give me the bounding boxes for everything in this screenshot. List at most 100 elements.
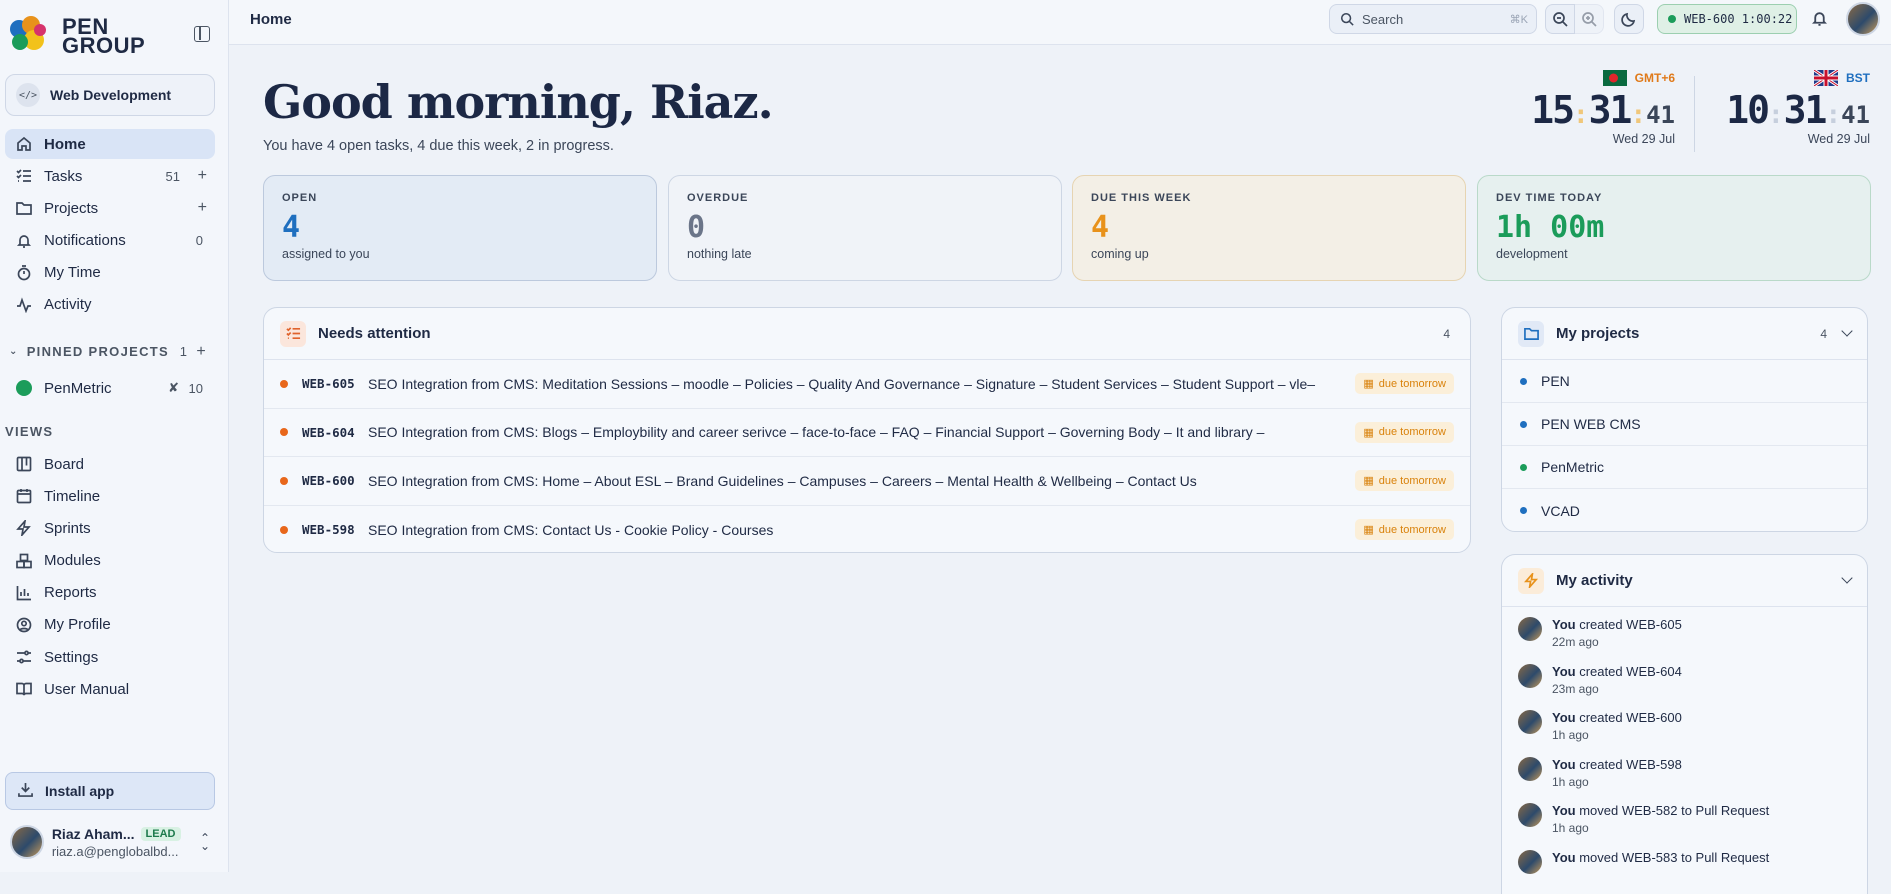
- nav-projects[interactable]: Projects +: [5, 193, 215, 223]
- nav-reports-label: Reports: [44, 584, 97, 602]
- add-pinned-icon[interactable]: +: [196, 343, 207, 361]
- due-label: due tomorrow: [1378, 377, 1446, 390]
- attention-row[interactable]: WEB-598 SEO Integration from CMS: Contac…: [264, 506, 1470, 553]
- nav-user-manual[interactable]: User Manual: [5, 674, 215, 704]
- activity-time: 1h ago: [1552, 774, 1589, 789]
- header-avatar[interactable]: [1846, 2, 1880, 36]
- activity-text: created WEB-600: [1575, 710, 1682, 725]
- project-color-dot: [16, 380, 32, 396]
- install-app-button[interactable]: Install app: [5, 772, 215, 810]
- project-item[interactable]: PEN WEB CMS: [1502, 403, 1867, 446]
- nav-reports[interactable]: Reports: [5, 578, 215, 608]
- user-menu[interactable]: Riaz Aham... LEAD riaz.a@penglobalbd... …: [10, 822, 210, 862]
- stat-dev-time[interactable]: DEV TIME TODAY 1h 00m development: [1477, 175, 1871, 281]
- lightning-icon: [1518, 567, 1544, 594]
- activity-icon: [16, 297, 32, 313]
- activity-item[interactable]: You created WEB-605 22m ago: [1502, 607, 1867, 654]
- search-placeholder: Search: [1362, 11, 1404, 27]
- nav-sprints[interactable]: Sprints: [5, 513, 215, 543]
- activity-item[interactable]: You created WEB-604 23m ago: [1502, 654, 1867, 701]
- download-icon: [18, 782, 33, 800]
- project-item[interactable]: PenMetric: [1502, 446, 1867, 489]
- add-project-icon[interactable]: +: [198, 199, 207, 217]
- sidebar-collapse-icon[interactable]: [194, 26, 210, 42]
- activity-item[interactable]: You created WEB-598 1h ago: [1502, 747, 1867, 794]
- priority-dot: [280, 379, 288, 388]
- stat-note: coming up: [1091, 247, 1149, 261]
- clock-bst: BST 10:31:41 Wed 29 Jul: [1710, 70, 1870, 146]
- nav-user-manual-label: User Manual: [44, 680, 130, 698]
- activity-avatar: [1518, 803, 1542, 827]
- code-icon: </>: [16, 83, 40, 107]
- chevron-down-icon[interactable]: [1841, 572, 1853, 584]
- my-projects-header[interactable]: My projects 4: [1502, 308, 1867, 360]
- activity-item[interactable]: You moved WEB-582 to Pull Request 1h ago: [1502, 793, 1867, 840]
- task-title: SEO Integration from CMS: Meditation Ses…: [368, 375, 1316, 392]
- due-label: due tomorrow: [1378, 523, 1446, 536]
- stat-due-this-week[interactable]: DUE THIS WEEK 4 coming up: [1072, 175, 1466, 281]
- pen-group-logo[interactable]: PEN GROUP: [8, 14, 188, 57]
- clock-tz-label: GMT+6: [1634, 71, 1675, 85]
- activity-text: moved WEB-583 to Pull Request: [1575, 849, 1770, 865]
- active-timer-button[interactable]: WEB-600 1:00:22: [1657, 4, 1797, 34]
- nav-settings[interactable]: Settings: [5, 642, 215, 672]
- task-title: SEO Integration from CMS: Blogs – Employ…: [368, 424, 1265, 441]
- zoom-in-button[interactable]: [1574, 4, 1604, 34]
- nav-projects-label: Projects: [44, 199, 99, 217]
- chevron-down-icon[interactable]: [1841, 325, 1853, 337]
- activity-time: 22m ago: [1552, 635, 1599, 649]
- due-label: due tomorrow: [1378, 474, 1446, 487]
- attention-row[interactable]: WEB-605 SEO Integration from CMS: Medita…: [264, 360, 1470, 409]
- pinned-projects-heading[interactable]: ⌄ PINNED PROJECTS 1 +: [5, 343, 215, 361]
- activity-item[interactable]: You created WEB-600 1h ago: [1502, 700, 1867, 747]
- nav-timeline[interactable]: Timeline: [5, 481, 215, 511]
- bangladesh-flag-icon: [1602, 70, 1627, 86]
- project-item[interactable]: VCAD: [1502, 489, 1867, 531]
- sliders-icon: [16, 649, 32, 665]
- stat-open[interactable]: OPEN 4 assigned to you: [263, 175, 657, 281]
- boxes-icon: [16, 553, 32, 569]
- search-input[interactable]: Search ⌘K: [1329, 4, 1537, 34]
- project-dot: [1520, 377, 1527, 385]
- chevrons-up-down-icon[interactable]: ⌃ ⌄: [200, 832, 210, 852]
- nav-board[interactable]: Board: [5, 449, 215, 479]
- due-label: due tomorrow: [1378, 426, 1446, 439]
- attention-row[interactable]: WEB-600 SEO Integration from CMS: Home –…: [264, 457, 1470, 506]
- stat-overdue[interactable]: OVERDUE 0 nothing late: [668, 175, 1062, 281]
- nav-settings-label: Settings: [44, 648, 99, 666]
- nav-my-time[interactable]: My Time: [5, 258, 215, 288]
- zoom-out-button[interactable]: [1545, 4, 1575, 34]
- nav-home[interactable]: Home: [5, 129, 215, 159]
- project-name: PEN WEB CMS: [1541, 416, 1641, 432]
- pinned-project-label: PenMetric: [44, 379, 112, 397]
- stat-label: OVERDUE: [687, 192, 749, 204]
- activity-avatar: [1518, 710, 1542, 734]
- nav-notifications[interactable]: Notifications 0: [5, 226, 215, 256]
- my-activity-header[interactable]: My activity: [1502, 555, 1867, 607]
- due-badge: ▦ due tomorrow: [1355, 470, 1454, 492]
- project-name: PenMetric: [1541, 459, 1605, 475]
- needs-attention-card: Needs attention 4 WEB-605 SEO Integratio…: [263, 307, 1471, 553]
- zoom-in-icon: [1582, 12, 1597, 27]
- activity-item[interactable]: You moved WEB-583 to Pull Request: [1502, 840, 1867, 887]
- main-nav: Home Tasks 51 + Projects + Notifications…: [5, 129, 215, 322]
- add-task-icon[interactable]: +: [198, 167, 207, 185]
- attention-row[interactable]: WEB-604 SEO Integration from CMS: Blogs …: [264, 409, 1470, 457]
- clock-hours: 15: [1531, 88, 1575, 132]
- project-item[interactable]: PEN: [1502, 360, 1867, 403]
- workspace-switcher[interactable]: </> Web Development: [5, 74, 215, 116]
- nav-modules[interactable]: Modules: [5, 546, 215, 576]
- card-count: 4: [1443, 326, 1450, 341]
- breadcrumb[interactable]: Home: [250, 11, 292, 28]
- task-key: WEB-598: [302, 522, 355, 538]
- nav-activity[interactable]: Activity: [5, 290, 215, 320]
- nav-board-label: Board: [44, 455, 85, 473]
- pinned-project-penmetric[interactable]: PenMetric ✘ 10: [5, 373, 215, 403]
- theme-toggle-button[interactable]: [1614, 4, 1644, 34]
- nav-tasks[interactable]: Tasks 51 +: [5, 161, 215, 191]
- nav-my-profile[interactable]: My Profile: [5, 610, 215, 640]
- nav-modules-label: Modules: [44, 552, 101, 570]
- activity-time: 1h ago: [1552, 821, 1589, 835]
- timer-off-icon[interactable]: ✘: [168, 380, 179, 396]
- notifications-bell-icon[interactable]: [1811, 10, 1828, 30]
